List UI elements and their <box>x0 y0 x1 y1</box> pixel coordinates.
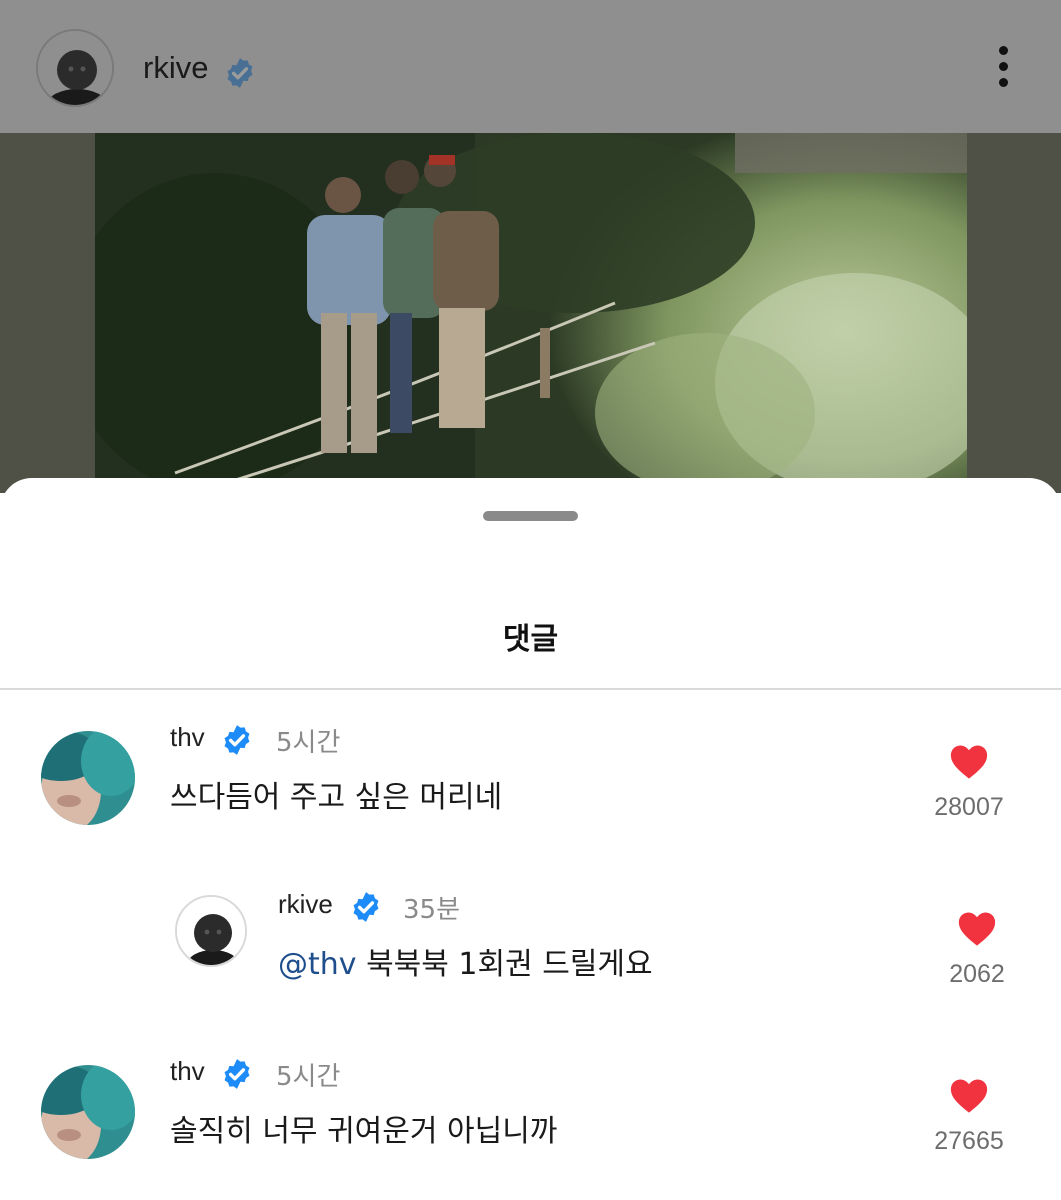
avatar[interactable] <box>41 1065 135 1159</box>
comment-reply-body: 북북북 1회권 드릴게요 <box>356 947 653 982</box>
comment-username[interactable]: thv <box>170 1056 205 1087</box>
heart-icon[interactable] <box>948 1076 990 1114</box>
comment-username[interactable]: rkive <box>278 889 333 920</box>
comment-item: thv 5시간 솔직히 너무 귀여운거 아닙니까 27665 <box>0 1056 1061 1190</box>
post-photo[interactable] <box>95 133 967 493</box>
verified-badge-icon <box>353 892 379 922</box>
post-header: rkive <box>0 0 1061 133</box>
divider <box>0 688 1061 690</box>
post-author-avatar[interactable] <box>36 29 114 107</box>
like-count: 2062 <box>949 960 1005 988</box>
verified-badge-icon <box>224 725 250 755</box>
comment-timestamp: 5시간 <box>276 728 341 758</box>
post-author-username[interactable]: rkive <box>143 50 208 86</box>
comment-text: @thv 북북북 1회권 드릴게요 <box>278 939 653 983</box>
avatar[interactable] <box>41 731 135 825</box>
comment-reply-item: rkive 35분 @thv 북북북 1회권 드릴게요 2062 <box>0 889 1061 1023</box>
comment-text: 솔직히 너무 귀여운거 아닙니까 <box>170 1114 558 1149</box>
verified-badge-icon <box>224 1059 250 1089</box>
comments-sheet: 댓글 thv 5시간 쓰다듬어 주고 싶은 머리네 28007 rkive 35… <box>0 478 1061 1200</box>
heart-icon[interactable] <box>956 909 998 947</box>
heart-icon[interactable] <box>948 742 990 780</box>
comment-timestamp: 5시간 <box>276 1062 341 1092</box>
sheet-drag-handle[interactable] <box>483 511 578 521</box>
comment-item: thv 5시간 쓰다듬어 주고 싶은 머리네 28007 <box>0 722 1061 856</box>
comment-username[interactable]: thv <box>170 722 205 753</box>
avatar[interactable] <box>175 895 247 967</box>
comment-timestamp: 35분 <box>403 895 461 925</box>
like-count: 27665 <box>934 1127 1004 1155</box>
sheet-title: 댓글 <box>502 622 559 657</box>
more-vertical-icon[interactable] <box>990 42 1018 92</box>
mention-link[interactable]: @thv <box>278 947 357 982</box>
verified-badge-icon <box>227 58 253 88</box>
comment-text: 쓰다듬어 주고 싶은 머리네 <box>170 780 503 815</box>
like-count: 28007 <box>934 793 1004 821</box>
